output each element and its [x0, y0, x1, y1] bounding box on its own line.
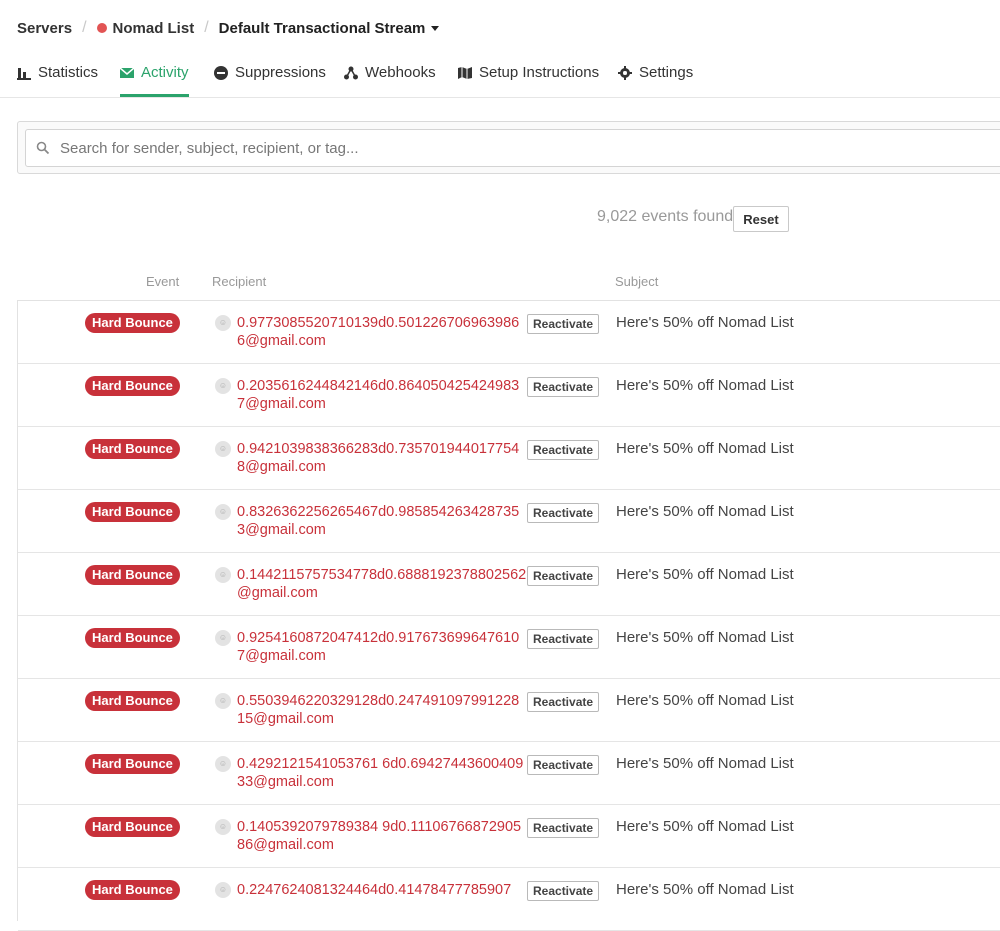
event-badge: Hard Bounce [85, 439, 180, 459]
table-row[interactable]: Hard Bounce ☺ 0.9773085520710139d0.50122… [18, 301, 1000, 364]
event-badge: Hard Bounce [85, 313, 180, 333]
table-row[interactable]: Hard Bounce ☺ 0.9254160872047412d0.91767… [18, 616, 1000, 679]
server-color-dot [96, 23, 107, 33]
breadcrumb-server-link[interactable]: Nomad List [96, 19, 195, 37]
subject-text: Here's 50% off Nomad List [616, 692, 794, 709]
subject-text: Here's 50% off Nomad List [616, 377, 794, 394]
chevron-down-icon [431, 25, 440, 31]
events-table: Hard Bounce ☺ 0.9773085520710139d0.50122… [17, 300, 1000, 931]
table-row[interactable]: Hard Bounce ☺ 0.5503946220329128d0.24749… [18, 679, 1000, 742]
subject-text: Here's 50% off Nomad List [616, 314, 794, 331]
tab-label: Webhooks [365, 64, 436, 81]
table-row[interactable]: Hard Bounce ☺ 0.2035616244842146d0.86405… [18, 364, 1000, 427]
search-input[interactable] [58, 138, 662, 158]
subject-text: Here's 50% off Nomad List [616, 566, 794, 583]
reactivate-button[interactable]: Reactivate [527, 818, 600, 838]
reactivate-button[interactable]: Reactivate [527, 377, 600, 397]
avatar: ☺ [215, 567, 231, 583]
tab-activity[interactable]: Activity [120, 64, 189, 97]
map-icon [458, 67, 472, 79]
event-badge: Hard Bounce [85, 628, 180, 648]
tab-statistics[interactable]: Statistics [17, 64, 98, 96]
recipient-link[interactable]: 0.1442115757534778d0.6888192378802562@gm… [237, 566, 527, 602]
stream-name: Default Transactional Stream [218, 19, 426, 37]
avatar: ☺ [215, 819, 231, 835]
table-row[interactable]: Hard Bounce ☺ 0.4292121541053761 6d0.694… [18, 742, 1000, 805]
breadcrumb-servers-link[interactable]: Servers [17, 20, 72, 37]
table-row[interactable]: Hard Bounce ☺ 0.9421039838366283d0.73570… [18, 427, 1000, 490]
avatar: ☺ [215, 756, 231, 772]
bar-chart-icon [17, 68, 31, 80]
gear-icon [618, 66, 632, 80]
envelope-icon [120, 67, 134, 78]
webhook-icon [344, 66, 358, 80]
event-badge: Hard Bounce [85, 880, 180, 900]
minus-circle-icon [214, 66, 228, 80]
table-row[interactable]: Hard Bounce ☺ 0.8326362256265467d0.98585… [18, 490, 1000, 553]
subject-text: Here's 50% off Nomad List [616, 881, 794, 898]
tab-suppressions[interactable]: Suppressions [214, 64, 326, 96]
tab-setup-instructions[interactable]: Setup Instructions [458, 64, 599, 96]
server-name: Nomad List [112, 19, 195, 37]
table-row[interactable]: Hard Bounce ☺ 0.1405392079789384 9d0.111… [18, 805, 1000, 868]
event-badge: Hard Bounce [85, 754, 180, 774]
subject-text: Here's 50% off Nomad List [616, 440, 794, 457]
breadcrumb-separator: / [82, 19, 87, 36]
avatar: ☺ [215, 441, 231, 457]
table-row[interactable]: Hard Bounce ☺ 0.1442115757534778d0.68881… [18, 553, 1000, 616]
reset-button[interactable]: Reset [733, 206, 789, 232]
recipient-link[interactable]: 0.9254160872047412d0.9176736996476107@gm… [237, 629, 527, 665]
tab-webhooks[interactable]: Webhooks [344, 64, 436, 96]
recipient-link[interactable]: 0.2247624081324464d0.41478477785907 [237, 881, 527, 899]
tab-label: Activity [141, 64, 189, 81]
tab-settings[interactable]: Settings [618, 64, 693, 96]
subject-text: Here's 50% off Nomad List [616, 503, 794, 520]
avatar: ☺ [215, 378, 231, 394]
subject-text: Here's 50% off Nomad List [616, 818, 794, 835]
reactivate-button[interactable]: Reactivate [527, 692, 600, 712]
avatar: ☺ [215, 315, 231, 331]
reactivate-button[interactable]: Reactivate [527, 314, 600, 334]
column-header-event: Event [146, 274, 180, 289]
recipient-link[interactable]: 0.1405392079789384 9d0.1110676687290586@… [237, 818, 527, 854]
reactivate-button[interactable]: Reactivate [527, 881, 600, 901]
stream-dropdown[interactable]: Default Transactional Stream [219, 20, 440, 37]
reactivate-button[interactable]: Reactivate [527, 440, 600, 460]
reactivate-button[interactable]: Reactivate [527, 755, 600, 775]
breadcrumb: Servers / Nomad List / Default Transacti… [17, 16, 440, 40]
search-icon [36, 141, 50, 155]
recipient-link[interactable]: 0.8326362256265467d0.9858542634287353@gm… [237, 503, 527, 539]
recipient-link[interactable]: 0.2035616244842146d0.8640504254249837@gm… [237, 377, 527, 413]
search-field [25, 129, 1000, 167]
avatar: ☺ [215, 630, 231, 646]
event-badge: Hard Bounce [85, 376, 180, 396]
event-badge: Hard Bounce [85, 502, 180, 522]
tab-label: Settings [639, 64, 694, 81]
tab-bar: Statistics Activity Suppressions Webhook… [0, 60, 1000, 98]
event-badge: Hard Bounce [85, 691, 180, 711]
recipient-link[interactable]: 0.9421039838366283d0.7357019440177548@gm… [237, 440, 527, 476]
tab-label: Setup Instructions [479, 64, 600, 81]
subject-text: Here's 50% off Nomad List [616, 755, 794, 772]
reactivate-button[interactable]: Reactivate [527, 629, 600, 649]
avatar: ☺ [215, 504, 231, 520]
reactivate-button[interactable]: Reactivate [527, 566, 600, 586]
search-panel [17, 121, 1000, 174]
column-header-recipient: Recipient [212, 274, 267, 289]
recipient-link[interactable]: 0.4292121541053761 6d0.6942744360040933@… [237, 755, 527, 791]
recipient-link[interactable]: 0.9773085520710139d0.5012267069639866@gm… [237, 314, 527, 350]
column-header-subject: Subject [615, 274, 659, 289]
table-row[interactable]: Hard Bounce ☺ 0.2247624081324464d0.41478… [18, 868, 1000, 931]
events-count: 9,022 events found [597, 208, 734, 225]
reactivate-button[interactable]: Reactivate [527, 503, 600, 523]
breadcrumb-separator: / [204, 19, 209, 36]
tab-label: Statistics [38, 64, 99, 81]
recipient-link[interactable]: 0.5503946220329128d0.24749109799122815@g… [237, 692, 527, 728]
subject-text: Here's 50% off Nomad List [616, 629, 794, 646]
event-badge: Hard Bounce [85, 817, 180, 837]
tab-label: Suppressions [235, 64, 326, 81]
avatar: ☺ [215, 693, 231, 709]
event-badge: Hard Bounce [85, 565, 180, 585]
